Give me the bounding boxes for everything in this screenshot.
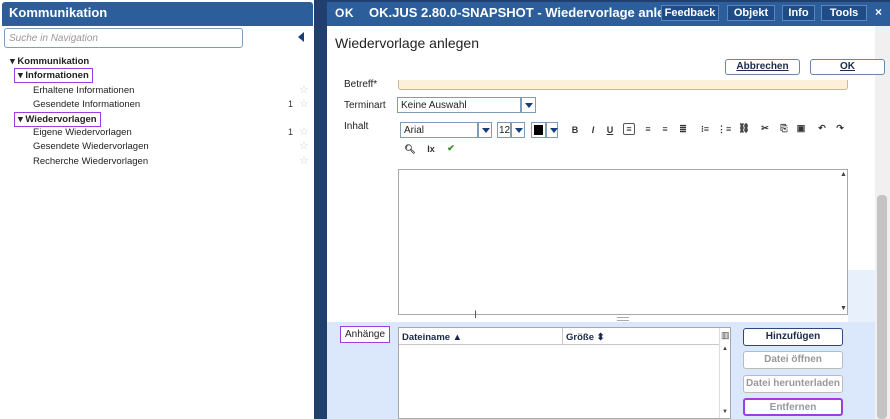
content-editor[interactable] — [398, 169, 848, 315]
redo-icon[interactable]: ↷ — [834, 123, 846, 134]
terminart-select[interactable]: Keine Auswahl — [397, 97, 521, 113]
app-logo: OK — [335, 6, 354, 20]
collapse-nav-icon[interactable] — [298, 32, 304, 42]
side-highlight — [848, 270, 875, 322]
nav-item-eigene-wiedervorlagen[interactable]: Eigene Wiedervorlagen — [33, 127, 132, 138]
nav-title: Kommunikation — [9, 5, 108, 20]
star-icon[interactable]: ☆ — [299, 154, 309, 167]
chevron-down-icon[interactable] — [521, 97, 536, 113]
tree-root-label: Kommunikation — [17, 56, 90, 67]
clear-format-icon[interactable]: Ix — [425, 144, 437, 154]
chevron-down-icon[interactable] — [511, 122, 525, 138]
nav-item-erhaltene-informationen[interactable]: Erhaltene Informationen — [33, 85, 134, 96]
tree-group-informationen[interactable]: ▾ Informationen — [14, 68, 93, 83]
anhaenge-label: Anhänge — [340, 326, 391, 343]
color-swatch — [534, 125, 543, 135]
inhalt-label: Inhalt — [344, 121, 369, 132]
scroll-up-icon[interactable]: ▲ — [840, 171, 847, 178]
group-label: Wiedervorlagen — [25, 114, 97, 125]
chevron-down-icon[interactable] — [546, 122, 558, 138]
paste-icon[interactable]: ▣ — [795, 123, 807, 134]
italic-icon[interactable]: I — [587, 125, 599, 135]
group-label: Informationen — [25, 70, 89, 81]
page-scroll-thumb[interactable] — [877, 195, 887, 419]
link-icon[interactable]: ⛓ — [738, 123, 750, 134]
tree-root[interactable]: ▾ Kommunikation — [10, 56, 89, 67]
undo-icon[interactable]: ↶ — [816, 123, 828, 134]
objekt-button[interactable]: Objekt — [727, 5, 775, 21]
ok-label: OK — [840, 61, 855, 72]
ok-button[interactable]: OK — [810, 59, 885, 75]
chevron-down-icon[interactable] — [478, 122, 492, 138]
table-scrollbar[interactable] — [719, 328, 730, 418]
underline-icon[interactable]: U — [604, 125, 616, 135]
nav-item-recherche-wiedervorlagen[interactable]: Recherche Wiedervorlagen — [33, 156, 148, 167]
open-file-button[interactable]: Datei öffnen — [743, 351, 843, 369]
bullet-list-icon[interactable]: ⁝≡ — [699, 124, 711, 135]
spellcheck-icon[interactable]: ✔ — [445, 143, 457, 154]
app-title: OK.JUS 2.80.0-SNAPSHOT - Wiedervorlage a… — [369, 5, 688, 20]
nav-search-input[interactable]: Suche in Navigation — [4, 28, 243, 48]
nav-item-gesendete-informationen[interactable]: Gesendete Informationen — [33, 99, 140, 110]
align-left-icon[interactable]: ≡ — [623, 123, 635, 135]
scroll-down-icon[interactable]: ▼ — [722, 409, 728, 415]
tree-group-wiedervorlagen[interactable]: ▾ Wiedervorlagen — [14, 112, 101, 127]
remove-attachment-button[interactable]: Entfernen — [743, 398, 843, 416]
cancel-button[interactable]: Abbrechen — [725, 59, 800, 75]
find-icon[interactable]: 🔍︎ — [404, 144, 416, 155]
scroll-up-icon[interactable]: ▲ — [722, 346, 728, 352]
tools-button[interactable]: Tools — [821, 5, 867, 21]
star-icon[interactable]: ☆ — [299, 125, 309, 138]
info-button[interactable]: Info — [782, 5, 815, 21]
scroll-down-icon[interactable]: ▼ — [840, 305, 847, 312]
feedback-button[interactable]: Feedback — [661, 5, 719, 21]
item-count: 1 — [288, 127, 294, 137]
copy-icon[interactable]: ⎘ — [778, 123, 790, 134]
close-icon[interactable]: × — [875, 5, 882, 19]
align-right-icon[interactable]: ≡ — [659, 124, 671, 134]
item-count: 1 — [288, 99, 294, 109]
cut-icon[interactable]: ✂ — [759, 123, 771, 134]
font-family-select[interactable]: Arial — [400, 122, 478, 138]
font-color-picker[interactable] — [531, 122, 546, 138]
text-cursor-icon: I — [474, 309, 478, 321]
editor-resize-handle[interactable] — [617, 317, 629, 321]
add-attachment-button[interactable]: Hinzufügen — [743, 328, 843, 346]
download-file-button[interactable]: Datei herunterladen — [743, 375, 843, 393]
betreff-input[interactable] — [398, 80, 848, 90]
align-center-icon[interactable]: ≡ — [642, 124, 654, 134]
numbered-list-icon[interactable]: ⋮≡ — [717, 124, 731, 135]
column-groesse[interactable]: Größe ⬍ — [566, 332, 605, 343]
bold-icon[interactable]: B — [569, 125, 581, 135]
betreff-label: Betreff* — [344, 79, 378, 90]
font-size-select[interactable]: 12 — [497, 122, 511, 138]
column-chooser-icon[interactable]: ▥ — [721, 330, 730, 341]
terminart-label: Terminart — [344, 100, 386, 111]
cancel-label: Abbrechen — [736, 61, 789, 72]
nav-item-gesendete-wiedervorlagen[interactable]: Gesendete Wiedervorlagen — [33, 141, 149, 152]
star-icon[interactable]: ☆ — [299, 83, 309, 96]
column-divider — [562, 328, 563, 345]
align-justify-icon[interactable]: ≣ — [677, 124, 689, 135]
star-icon[interactable]: ☆ — [299, 139, 309, 152]
page-title: Wiedervorlage anlegen — [335, 35, 479, 51]
column-dateiname[interactable]: Dateiname ▲ — [402, 332, 462, 343]
star-icon[interactable]: ☆ — [299, 97, 309, 110]
